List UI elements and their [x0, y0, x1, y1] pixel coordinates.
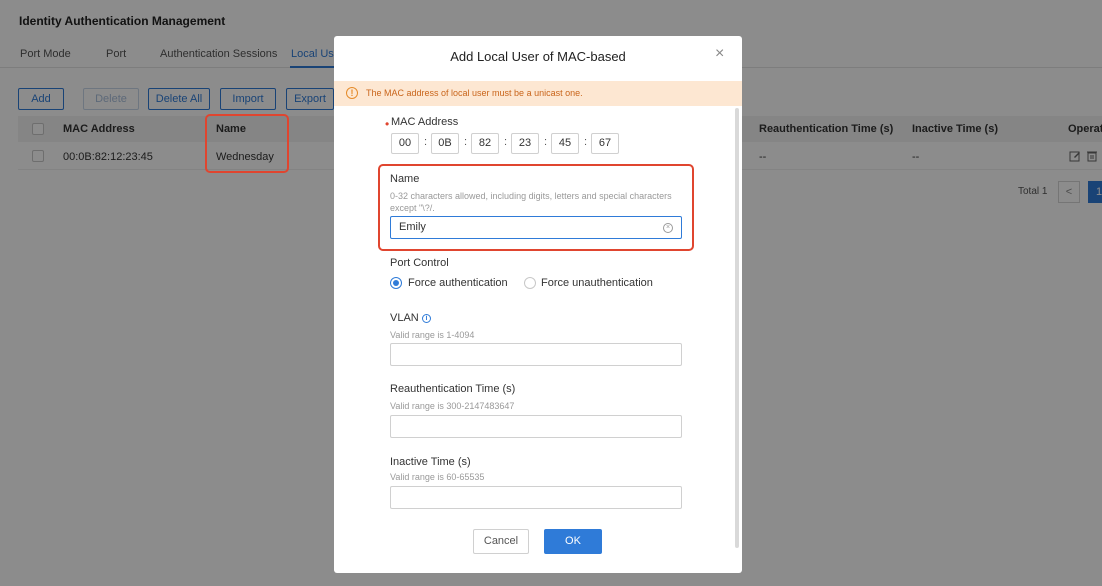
mac-segment-5[interactable]: 45: [551, 133, 579, 154]
force-authentication-label[interactable]: Force authentication: [408, 277, 508, 289]
port-control-label: Port Control: [390, 257, 449, 269]
mac-separator: :: [544, 136, 548, 148]
ok-button[interactable]: OK: [544, 529, 602, 554]
vlan-label: VLAN: [390, 312, 419, 324]
mac-segment-6[interactable]: 67: [591, 133, 619, 154]
reauthentication-time-hint: Valid range is 300-2147483647: [390, 401, 515, 411]
highlight-name-field: [378, 164, 694, 251]
highlight-name-column: [205, 114, 289, 173]
reauthentication-time-input[interactable]: [390, 415, 682, 438]
force-authentication-radio[interactable]: [390, 277, 402, 289]
vlan-hint: Valid range is 1-4094: [390, 330, 475, 340]
inactive-time-input[interactable]: [390, 486, 682, 509]
inactive-time-hint: Valid range is 60-65535: [390, 472, 485, 482]
force-unauthentication-label[interactable]: Force unauthentication: [541, 277, 653, 289]
mac-separator: :: [424, 136, 428, 148]
required-marker: •: [385, 117, 390, 131]
mac-address-label: MAC Address: [391, 116, 459, 128]
dialog-title: Add Local User of MAC-based: [450, 49, 626, 64]
reauthentication-time-label: Reauthentication Time (s): [390, 383, 516, 395]
cancel-button[interactable]: Cancel: [473, 529, 529, 554]
mac-separator: :: [504, 136, 508, 148]
alert-message: The MAC address of local user must be a …: [366, 88, 583, 98]
mac-segment-4[interactable]: 23: [511, 133, 539, 154]
mac-segment-2[interactable]: 0B: [431, 133, 459, 154]
close-icon[interactable]: ×: [715, 45, 724, 63]
mac-separator: :: [464, 136, 468, 148]
inactive-time-label: Inactive Time (s): [390, 456, 471, 468]
force-unauthentication-radio[interactable]: [524, 277, 536, 289]
info-icon[interactable]: i: [422, 314, 431, 323]
mac-separator: :: [584, 136, 588, 148]
unicast-alert: ! The MAC address of local user must be …: [334, 81, 742, 106]
mac-segment-3[interactable]: 82: [471, 133, 499, 154]
warning-icon: !: [346, 87, 358, 99]
dialog-scrollbar[interactable]: [735, 108, 739, 548]
mac-segment-1[interactable]: 00: [391, 133, 419, 154]
vlan-input[interactable]: [390, 343, 682, 366]
add-local-user-dialog: Add Local User of MAC-based × ! The MAC …: [334, 36, 742, 573]
